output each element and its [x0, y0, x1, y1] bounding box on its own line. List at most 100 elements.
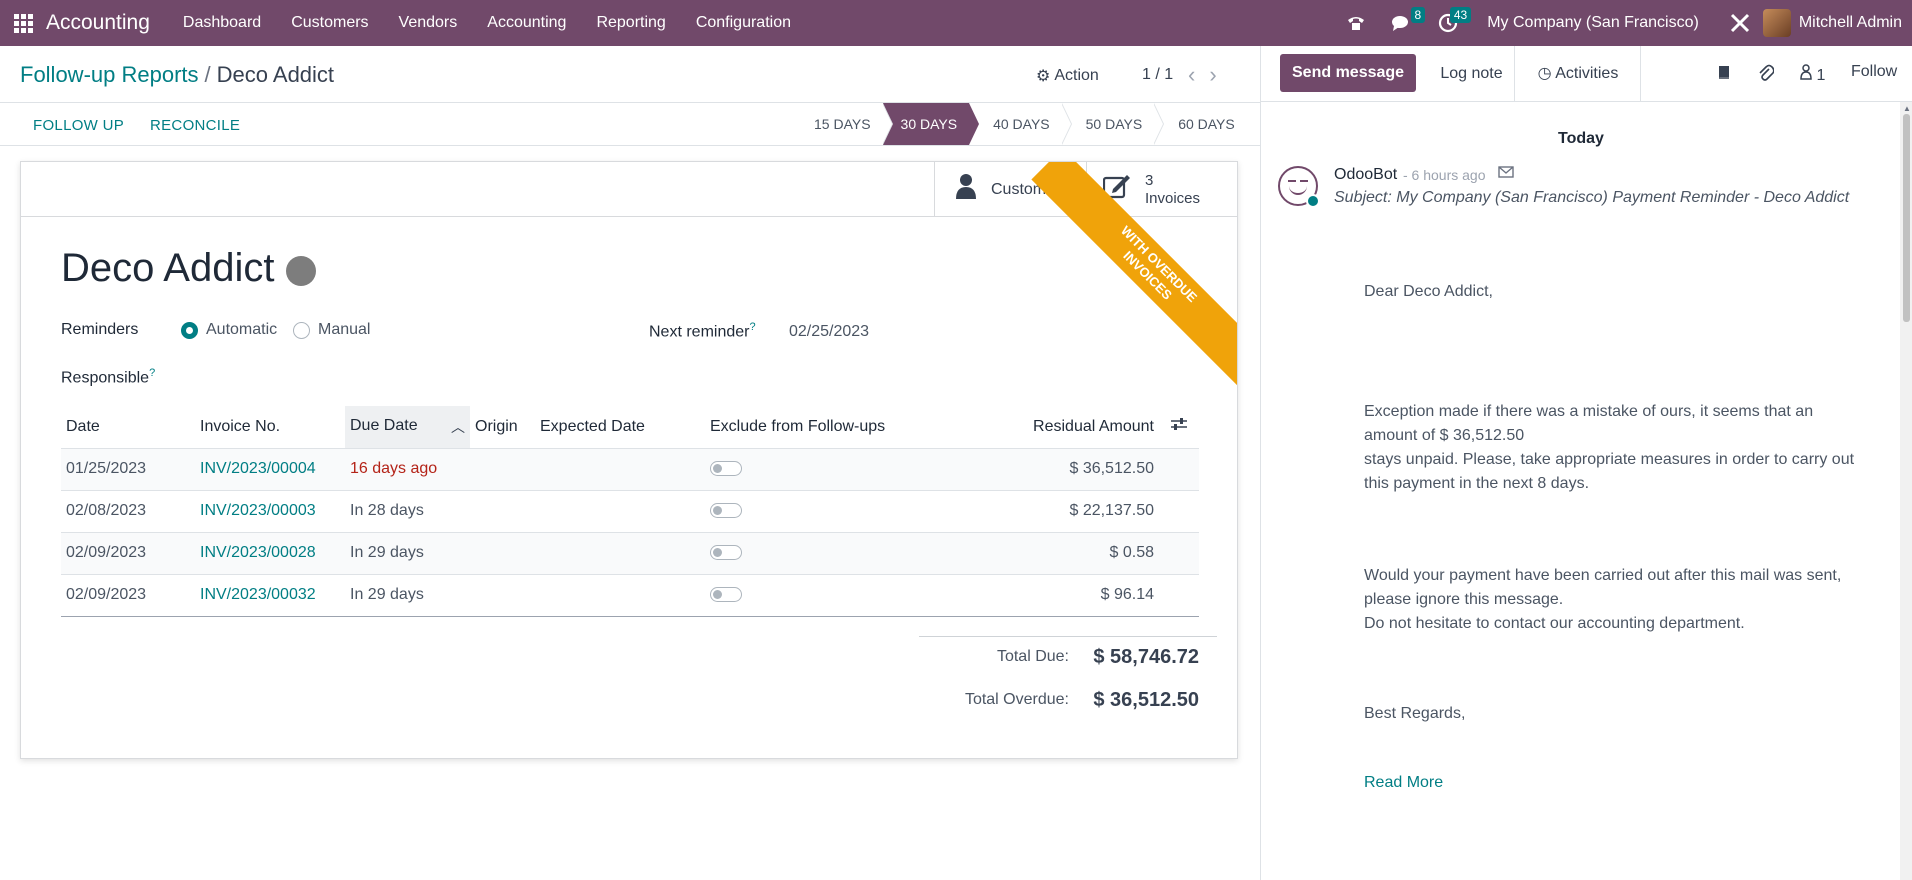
apps-menu-icon[interactable] — [0, 0, 46, 46]
reminder-automatic-radio[interactable]: Automatic — [181, 321, 277, 339]
table-row[interactable]: 02/09/2023 INV/2023/00032 In 29 days $ 9… — [61, 574, 1199, 617]
send-message-button[interactable]: Send message — [1280, 54, 1417, 92]
read-more-link[interactable]: Read More — [1364, 774, 1443, 792]
table-row[interactable]: 02/08/2023 INV/2023/00003 In 28 days $ 2… — [61, 490, 1199, 533]
stage-50-days[interactable]: 50 DAYS — [1062, 103, 1164, 145]
message-closing: Best Regards, — [1364, 705, 1466, 722]
follow-button[interactable]: Follow — [1851, 63, 1897, 81]
scrollbar-thumb[interactable] — [1903, 114, 1910, 322]
odoobot-avatar[interactable] — [1278, 166, 1320, 208]
tools-icon[interactable] — [1717, 0, 1763, 46]
cell-due: In 29 days — [345, 574, 470, 617]
cell-amount: $ 96.14 — [905, 574, 1159, 617]
cell-expected-date[interactable] — [535, 574, 705, 617]
message-author[interactable]: OdooBot — [1334, 166, 1397, 184]
cell-invoice[interactable]: INV/2023/00028 — [195, 532, 345, 575]
envelope-icon[interactable] — [1498, 165, 1514, 183]
book-icon[interactable] — [1716, 64, 1732, 85]
pager-previous-icon[interactable]: ‹ — [1188, 62, 1209, 87]
pager-value[interactable]: 1 / 1 — [1142, 66, 1173, 84]
reminder-manual-radio[interactable]: Manual — [293, 321, 370, 339]
reminders-label: Reminders — [61, 321, 139, 338]
user-outline-icon — [1800, 64, 1816, 84]
phone-icon[interactable] — [1333, 0, 1379, 46]
breadcrumb-parent[interactable]: Follow-up Reports — [20, 62, 199, 87]
menu-customers[interactable]: Customers — [276, 14, 383, 32]
paperclip-icon[interactable] — [1758, 64, 1775, 87]
radio-checked-icon — [181, 321, 198, 339]
status-dot-icon[interactable] — [286, 255, 317, 286]
menu-vendors[interactable]: Vendors — [384, 14, 473, 32]
table-row[interactable]: 01/25/2023 INV/2023/00004 16 days ago $ … — [61, 448, 1199, 491]
messages-icon[interactable]: 8 — [1379, 0, 1426, 46]
message-greeting: Dear Deco Addict, — [1364, 283, 1493, 300]
user-menu[interactable]: Mitchell Admin — [1799, 14, 1912, 32]
cell-due: In 29 days — [345, 532, 470, 575]
col-date[interactable]: Date — [61, 406, 195, 449]
reconcile-button[interactable]: RECONCILE — [150, 117, 240, 134]
cell-invoice[interactable]: INV/2023/00004 — [195, 448, 345, 491]
exclude-toggle[interactable] — [710, 503, 742, 519]
message-line: stays unpaid. Please, take appropriate m… — [1364, 451, 1855, 468]
followers-button[interactable]: 1 — [1800, 64, 1825, 85]
company-switcher[interactable]: My Company (San Francisco) — [1471, 14, 1717, 32]
cell-invoice[interactable]: INV/2023/00032 — [195, 574, 345, 617]
col-due-date[interactable]: Due Date ︿ — [345, 406, 470, 449]
follow-up-button[interactable]: FOLLOW UP — [33, 117, 124, 134]
table-row[interactable]: 02/09/2023 INV/2023/00028 In 29 days $ 0… — [61, 532, 1199, 575]
invoice-table: Date Invoice No. Due Date ︿ Origin Expect… — [61, 406, 1199, 617]
activities-clock-icon[interactable]: 43 — [1425, 0, 1472, 46]
message-line: Exception made if there was a mistake of… — [1364, 403, 1814, 420]
menu-configuration[interactable]: Configuration — [681, 14, 806, 32]
app-brand[interactable]: Accounting — [46, 11, 150, 35]
next-reminder-date[interactable]: 02/25/2023 — [789, 323, 869, 341]
chatter-scrollbar[interactable]: ▲ — [1900, 102, 1912, 880]
cell-date: 01/25/2023 — [61, 448, 195, 491]
user-icon — [955, 173, 977, 206]
optional-columns-toggle[interactable] — [1159, 406, 1199, 449]
action-button[interactable]: ⚙ Action — [1036, 66, 1099, 86]
cell-due: 16 days ago — [345, 448, 470, 491]
exclude-toggle[interactable] — [710, 587, 742, 603]
date-separator: Today — [1558, 130, 1604, 147]
stage-15-days[interactable]: 15 DAYS — [800, 103, 893, 145]
cell-expected-date[interactable] — [535, 448, 705, 491]
reminder-manual-label: Manual — [318, 321, 371, 338]
col-origin[interactable]: Origin — [470, 406, 535, 449]
user-avatar[interactable] — [1762, 9, 1791, 37]
cell-expected-date[interactable] — [535, 490, 705, 533]
exclude-toggle[interactable] — [710, 461, 742, 477]
control-panel: Follow-up Reports / Deco Addict ⚙ Action 1… — [0, 46, 1260, 146]
col-residual-amount[interactable]: Residual Amount — [905, 406, 1159, 449]
cell-origin — [470, 574, 535, 617]
cell-expected-date[interactable] — [535, 532, 705, 575]
col-due-date-label: Due Date — [350, 416, 418, 434]
top-navbar: Accounting Dashboard Customers Vendors A… — [0, 0, 1912, 46]
help-tooltip-icon[interactable]: ? — [149, 367, 155, 379]
pager-next-icon[interactable]: › — [1209, 62, 1230, 87]
total-due-value: $ 58,746.72 — [1093, 646, 1199, 668]
col-invoice-no[interactable]: Invoice No. — [195, 406, 345, 449]
help-tooltip-icon[interactable]: ? — [749, 321, 755, 333]
stage-60-days[interactable]: 60 DAYS — [1154, 103, 1247, 145]
cell-origin — [470, 490, 535, 533]
clock-icon: ◷ — [1537, 65, 1552, 82]
col-expected-date[interactable]: Expected Date — [535, 406, 705, 449]
invoices-count: 3 — [1145, 171, 1154, 189]
scroll-up-icon[interactable]: ▲ — [1903, 104, 1911, 113]
cell-empty — [1159, 532, 1199, 575]
menu-accounting[interactable]: Accounting — [472, 14, 581, 32]
message-line: Do not hesitate to contact our accountin… — [1364, 615, 1745, 632]
stage-30-days[interactable]: 30 DAYS — [882, 103, 979, 145]
col-exclude-followups[interactable]: Exclude from Follow-ups — [705, 406, 905, 449]
log-note-button[interactable]: Log note — [1429, 46, 1515, 102]
activities-button[interactable]: ◷ Activities — [1516, 46, 1641, 102]
cell-date: 02/09/2023 — [61, 574, 195, 617]
menu-reporting[interactable]: Reporting — [581, 14, 680, 32]
activities-label: Activities — [1555, 65, 1619, 82]
stage-40-days[interactable]: 40 DAYS — [969, 103, 1072, 145]
breadcrumb-separator: / — [204, 62, 211, 87]
menu-dashboard[interactable]: Dashboard — [168, 14, 276, 32]
cell-invoice[interactable]: INV/2023/00003 — [195, 490, 345, 533]
exclude-toggle[interactable] — [710, 545, 742, 561]
